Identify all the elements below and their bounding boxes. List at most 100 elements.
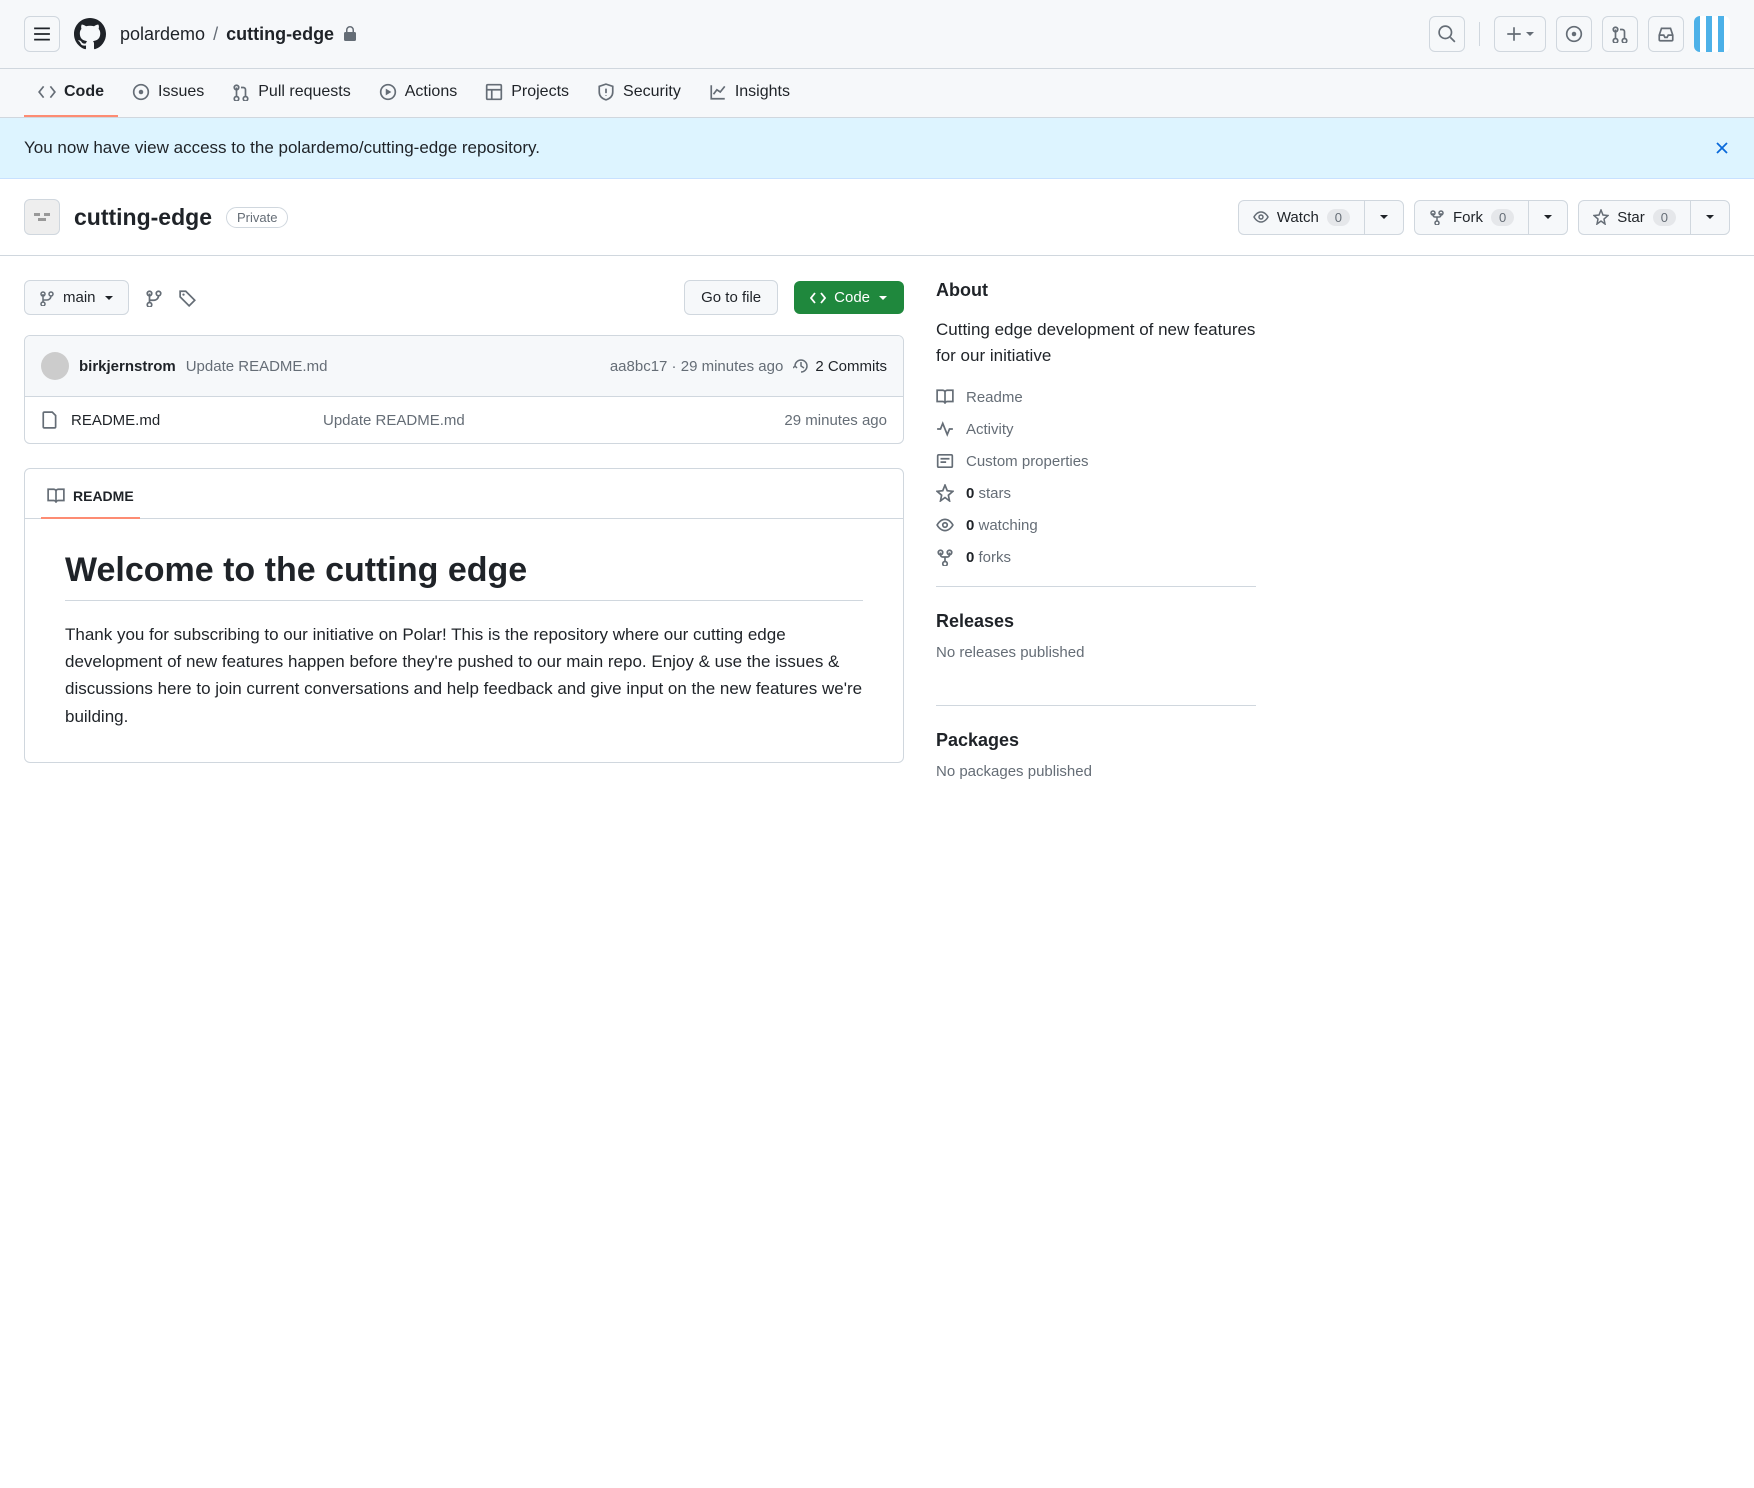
commits-link[interactable]: 2 Commits bbox=[793, 358, 887, 375]
code-button-label: Code bbox=[834, 289, 870, 306]
about-heading: About bbox=[936, 280, 1256, 301]
branch-select[interactable]: main bbox=[24, 280, 129, 315]
readme-tab[interactable]: README bbox=[41, 481, 140, 519]
github-logo[interactable] bbox=[72, 16, 108, 52]
header-actions bbox=[1429, 16, 1730, 52]
tab-issues[interactable]: Issues bbox=[118, 69, 218, 117]
note-icon bbox=[936, 452, 954, 470]
go-to-file-button[interactable]: Go to file bbox=[684, 280, 778, 315]
commit-author-avatar[interactable] bbox=[41, 352, 69, 380]
sidebar: About Cutting edge development of new fe… bbox=[936, 280, 1256, 804]
star-dropdown[interactable] bbox=[1690, 201, 1729, 234]
book-icon bbox=[936, 388, 954, 406]
close-icon bbox=[1714, 140, 1730, 156]
activity-link[interactable]: Activity bbox=[936, 420, 1256, 438]
stars-label: stars bbox=[974, 485, 1011, 502]
pull-requests-button[interactable] bbox=[1602, 16, 1638, 52]
graph-icon bbox=[709, 83, 727, 101]
inbox-button[interactable] bbox=[1648, 16, 1684, 52]
branch-toolbar: main Go to file Code bbox=[24, 280, 904, 315]
breadcrumb: polardemo / cutting-edge bbox=[120, 24, 1429, 45]
fork-button[interactable]: Fork 0 bbox=[1415, 201, 1528, 234]
readme-tab-label: README bbox=[73, 488, 134, 504]
issues-button[interactable] bbox=[1556, 16, 1592, 52]
history-icon bbox=[793, 358, 809, 374]
breadcrumb-repo[interactable]: cutting-edge bbox=[226, 24, 334, 45]
hamburger-menu[interactable] bbox=[24, 16, 60, 52]
access-banner: You now have view access to the polardem… bbox=[0, 118, 1754, 179]
inbox-icon bbox=[1657, 25, 1675, 43]
tab-security[interactable]: Security bbox=[583, 69, 695, 117]
star-label: Star bbox=[1617, 209, 1645, 226]
issue-icon bbox=[1565, 25, 1583, 43]
star-icon bbox=[936, 484, 954, 502]
tab-code-label: Code bbox=[64, 83, 104, 101]
custom-properties-link[interactable]: Custom properties bbox=[936, 452, 1256, 470]
tab-pulls[interactable]: Pull requests bbox=[218, 69, 365, 117]
readme-box: README Welcome to the cutting edge Thank… bbox=[24, 468, 904, 763]
tab-actions[interactable]: Actions bbox=[365, 69, 471, 117]
watch-button[interactable]: Watch 0 bbox=[1239, 201, 1364, 234]
hamburger-icon bbox=[33, 25, 51, 43]
commit-sha[interactable]: aa8bc17 · 29 minutes ago bbox=[610, 358, 783, 375]
readme-tabs: README bbox=[25, 469, 903, 519]
breadcrumb-owner[interactable]: polardemo bbox=[120, 24, 205, 45]
watch-dropdown[interactable] bbox=[1364, 201, 1403, 234]
pull-request-icon bbox=[232, 83, 250, 101]
star-button[interactable]: Star 0 bbox=[1579, 201, 1690, 234]
star-icon bbox=[1593, 209, 1609, 225]
packages-heading: Packages bbox=[936, 730, 1256, 751]
tab-pulls-label: Pull requests bbox=[258, 83, 351, 101]
caret-down-icon bbox=[104, 293, 114, 303]
file-listing: birkjernstrom Update README.md aa8bc17 ·… bbox=[24, 335, 904, 444]
plus-icon bbox=[1505, 25, 1523, 43]
readme-body-text: Thank you for subscribing to our initiat… bbox=[65, 621, 863, 730]
pulse-icon bbox=[936, 420, 954, 438]
stars-link[interactable]: 0 stars bbox=[936, 484, 1256, 502]
forks-link[interactable]: 0 forks bbox=[936, 548, 1256, 566]
shield-icon bbox=[597, 83, 615, 101]
about-links: Readme Activity Custom properties 0 star… bbox=[936, 388, 1256, 566]
releases-heading: Releases bbox=[936, 611, 1256, 632]
readme-link[interactable]: Readme bbox=[936, 388, 1256, 406]
caret-down-icon bbox=[878, 293, 888, 303]
eye-icon bbox=[936, 516, 954, 534]
tags-link[interactable] bbox=[179, 289, 197, 307]
watch-count: 0 bbox=[1327, 209, 1350, 226]
readme-title: Welcome to the cutting edge bbox=[65, 551, 863, 601]
fork-icon bbox=[1429, 209, 1445, 225]
repo-actions: Watch 0 Fork 0 Star 0 bbox=[1238, 200, 1730, 235]
code-icon bbox=[38, 83, 56, 101]
commit-message[interactable]: Update README.md bbox=[186, 358, 328, 375]
forks-label: forks bbox=[974, 549, 1011, 566]
tab-actions-label: Actions bbox=[405, 83, 457, 101]
table-icon bbox=[485, 83, 503, 101]
tab-issues-label: Issues bbox=[158, 83, 204, 101]
releases-text: No releases published bbox=[936, 644, 1256, 661]
repo-avatar bbox=[24, 199, 60, 235]
issue-icon bbox=[132, 83, 150, 101]
user-avatar[interactable] bbox=[1694, 16, 1730, 52]
main-column: main Go to file Code birkjernstrom Updat… bbox=[24, 280, 904, 804]
branches-link[interactable] bbox=[145, 289, 163, 307]
fork-dropdown[interactable] bbox=[1528, 201, 1567, 234]
banner-close[interactable] bbox=[1714, 140, 1730, 156]
file-row[interactable]: README.md Update README.md 29 minutes ag… bbox=[25, 397, 903, 443]
caret-down-icon bbox=[1525, 29, 1535, 39]
star-count: 0 bbox=[1653, 209, 1676, 226]
code-download-button[interactable]: Code bbox=[794, 281, 904, 314]
branch-icon bbox=[145, 289, 163, 307]
search-button[interactable] bbox=[1429, 16, 1465, 52]
create-new-button[interactable] bbox=[1494, 16, 1546, 52]
commit-author[interactable]: birkjernstrom bbox=[79, 358, 176, 375]
branch-icon bbox=[39, 290, 55, 306]
tab-projects[interactable]: Projects bbox=[471, 69, 583, 117]
main-content: main Go to file Code birkjernstrom Updat… bbox=[0, 256, 1280, 828]
watch-button-group: Watch 0 bbox=[1238, 200, 1404, 235]
pull-request-icon bbox=[1611, 25, 1629, 43]
file-time: 29 minutes ago bbox=[784, 412, 887, 429]
tab-code[interactable]: Code bbox=[24, 69, 118, 117]
branch-name: main bbox=[63, 289, 96, 306]
tab-insights[interactable]: Insights bbox=[695, 69, 804, 117]
watching-link[interactable]: 0 watching bbox=[936, 516, 1256, 534]
